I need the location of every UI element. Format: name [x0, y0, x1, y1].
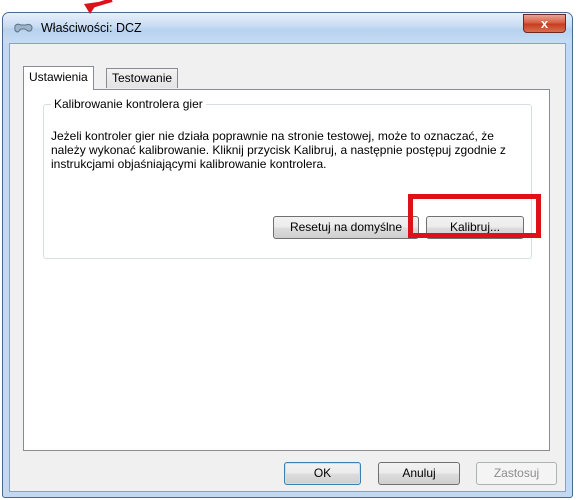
reset-defaults-button[interactable]: Resetuj na domyślne [273, 216, 419, 239]
properties-window: Właściwości: DCZ x Ustawienia Testowanie… [2, 12, 573, 498]
settings-panel: Kalibrowanie kontrolera gier Jeżeli kont… [23, 89, 550, 451]
calibration-group-label: Kalibrowanie kontrolera gier [51, 97, 206, 111]
dialog-client-area: Ustawienia Testowanie Kalibrowanie kontr… [9, 43, 566, 492]
calibration-description: Jeżeli kontroler gier nie działa poprawn… [51, 129, 506, 171]
ok-button[interactable]: OK [284, 462, 361, 485]
gamepad-icon [14, 23, 33, 33]
tab-ustawienia[interactable]: Ustawienia [23, 66, 94, 90]
close-button[interactable]: x [523, 14, 566, 33]
window-title: Właściwości: DCZ [41, 21, 142, 35]
apply-button[interactable]: Zastosuj [476, 462, 557, 485]
annotation-arrow [84, 0, 113, 14]
title-bar[interactable]: Właściwości: DCZ x [3, 13, 572, 43]
tab-testowanie[interactable]: Testowanie [106, 68, 179, 88]
cancel-button[interactable]: Anuluj [378, 462, 460, 485]
calibrate-highlight-box [408, 194, 541, 238]
close-icon: x [540, 16, 549, 31]
